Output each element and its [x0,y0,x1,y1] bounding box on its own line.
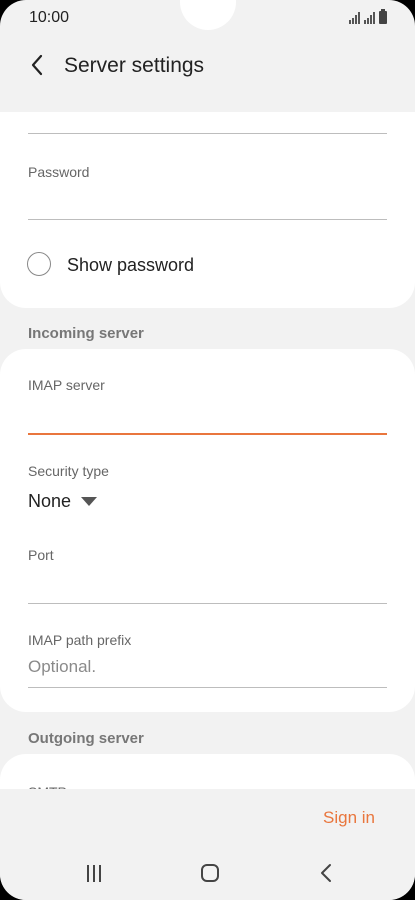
back-button[interactable] [24,52,50,78]
security-type-dropdown[interactable]: None [28,491,98,512]
home-button[interactable] [199,861,221,885]
imap-path-prefix-input[interactable] [28,654,387,680]
security-type-value: None [28,491,72,511]
password-underline [28,219,387,220]
signal-icon-2 [364,12,375,24]
page-title: Server settings [64,54,205,77]
status-icons [349,9,387,24]
home-icon [201,864,219,882]
imap-path-prefix-underline [28,687,387,688]
imap-server-label: IMAP server [28,377,105,393]
status-time: 10:00 [29,9,70,26]
recent-apps-button[interactable] [84,861,104,885]
status-bar: 10:00 [0,0,415,36]
incoming-server-card: IMAP server Security type None Port IMAP… [0,349,415,712]
port-underline [28,603,387,604]
camera-notch [180,0,236,30]
signal-icon [349,12,360,24]
incoming-server-heading: Incoming server [28,325,144,342]
bottom-action-bar: Sign in [0,789,415,845]
security-type-label: Security type [28,463,109,479]
battery-icon [379,9,387,24]
imap-server-input[interactable] [28,401,387,427]
port-label: Port [28,547,54,563]
outgoing-server-heading: Outgoing server [28,730,144,747]
nav-back-button[interactable] [316,861,336,885]
chevron-left-icon [31,54,43,76]
phone-screen: 10:00 Server settings Password Show pass… [0,0,415,900]
account-card: Password Show password [0,112,415,308]
port-input[interactable] [28,571,387,597]
back-arrow-icon [321,864,331,882]
system-nav-bar [0,845,415,900]
password-label: Password [28,164,90,180]
show-password-label[interactable]: Show password [67,255,194,276]
sign-in-button[interactable]: Sign in [323,808,375,828]
password-input[interactable] [28,188,387,214]
field-underline-previous [28,133,387,134]
imap-path-prefix-label: IMAP path prefix [28,632,132,648]
show-password-checkbox[interactable] [27,252,51,276]
app-header: Server settings [0,36,415,112]
dropdown-arrow-icon [81,497,98,506]
imap-server-underline [28,433,387,435]
